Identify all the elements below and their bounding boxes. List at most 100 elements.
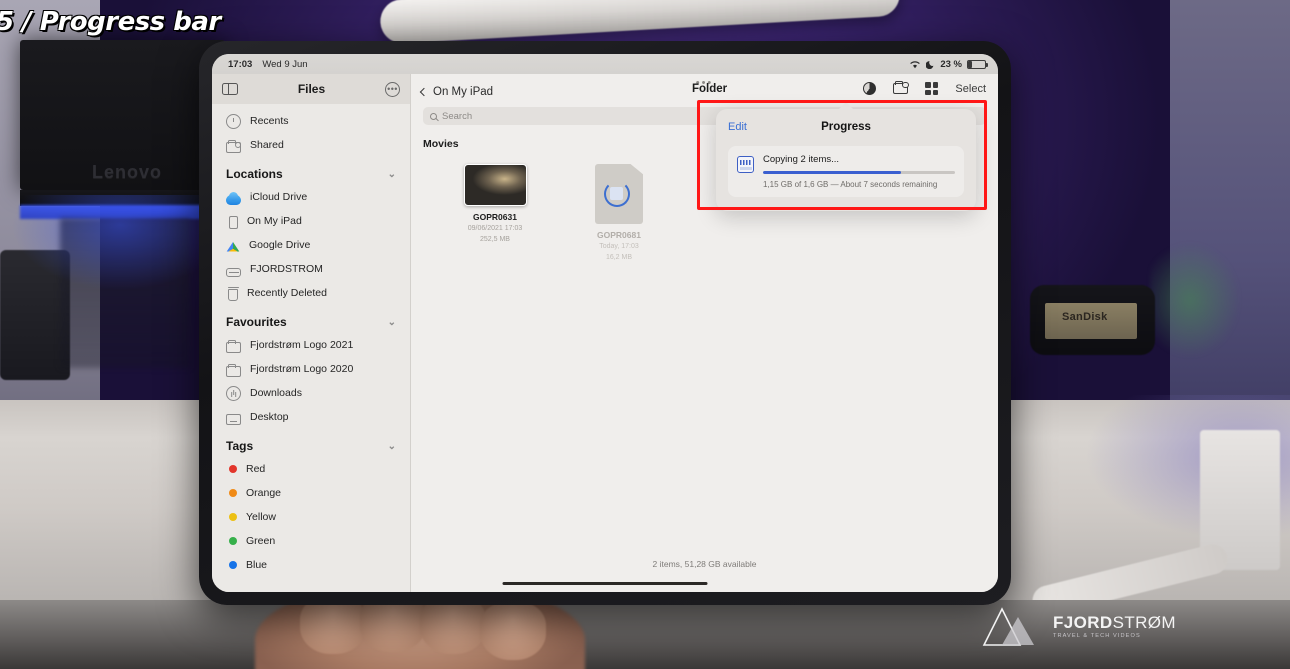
trash-icon [227,287,239,301]
popover-title: Progress [821,121,871,133]
ipad-screen: 17:03 Wed 9 Jun 23 % Files ••• Recents S… [212,54,998,592]
tag-color-dot [229,561,237,569]
folder-icon [226,339,241,353]
sidebar-item-recents[interactable]: Recents [212,109,410,133]
sidebar-item-tag-orange[interactable]: Orange [212,481,410,505]
watermark-text: FJORDSTRØM TRAVEL & TECH VIDEOS [1053,614,1176,640]
folder-title: Folder [692,82,728,95]
sidebar-list: Recents Shared Locations ⌄ iCloud Drive [212,104,410,582]
select-button[interactable]: Select [955,83,986,95]
sidebar-item-label: Google Drive [249,239,311,251]
progress-item-title: Copying 2 items... [763,154,840,165]
tag-color-dot [229,513,237,521]
watermark-subtitle: TRAVEL & TECH VIDEOS [1052,633,1141,640]
file-meta-size: 16,2 MB [605,254,633,262]
sidebar-item-label: Desktop [250,411,289,423]
download-icon [226,385,241,401]
content-pane: ••• Folder Select On My iPad Search Movi… [411,74,998,592]
tag-color-dot [229,537,237,545]
file-meta-date: Today, 17:03 [599,243,639,250]
sidebar-item-logo-2021[interactable]: Fjordstrøm Logo 2021 [212,333,410,357]
file-meta-size: 252,5 MB [480,236,510,244]
sidebar-item-icloud-drive[interactable]: iCloud Drive [212,185,410,209]
sidebar-item-tag-yellow[interactable]: Yellow [212,505,410,529]
sidebar-group-locations[interactable]: Locations ⌄ [212,157,410,185]
chevron-left-icon [419,87,429,97]
moon-icon [926,60,934,69]
sidebar-item-shared[interactable]: Shared [212,133,410,157]
monitor-brand-label: Lenovo [92,162,163,182]
watermark-name-rest: STRØM [1112,613,1176,633]
sidebar-toggle-icon[interactable] [222,82,238,96]
movie-file-icon [737,156,754,173]
watermark: FJORDSTRØM TRAVEL & TECH VIDEOS [982,607,1176,647]
sidebar-item-label: iCloud Drive [250,191,308,203]
sidebar-group-label: Favourites [226,315,287,329]
sidebar-item-desktop[interactable]: Desktop [212,405,410,429]
grid-view-icon[interactable] [925,82,939,95]
sidebar-item-tag-green[interactable]: Green [212,529,410,553]
sidebar-group-tags[interactable]: Tags ⌄ [212,429,410,457]
shared-folder-icon [226,139,241,153]
sidebar-item-label: Blue [246,559,268,571]
sidebar-item-label: Orange [246,487,282,499]
watermark-name-bold: FJORD [1052,613,1113,633]
ipad-device: 17:03 Wed 9 Jun 23 % Files ••• Recents S… [199,41,1011,605]
sidebar-item-recently-deleted[interactable]: Recently Deleted [212,281,410,305]
back-label: On My iPad [433,86,494,98]
item-count-status: 2 items, 51,28 GB available [652,559,757,569]
sidebar-item-on-my-ipad[interactable]: On My iPad [212,209,410,233]
progress-item-body: Copying 2 items... 1,15 GB of 1,6 GB — A… [763,154,955,189]
sidebar-item-label: Green [246,535,276,547]
file-name: GOPR0631 [473,212,517,222]
progress-bar [763,171,955,174]
status-indicators: 23 % [909,58,988,70]
sidebar-header: Files ••• [212,74,410,104]
sidebar-item-downloads[interactable]: Downloads [212,381,410,405]
sidebar-group-favourites[interactable]: Favourites ⌄ [212,305,410,333]
sidebar-item-tag-blue[interactable]: Blue [212,553,410,577]
folder-icon [226,363,241,377]
chevron-down-icon[interactable]: ⌄ [388,169,396,180]
battery-percent-label: 23 % [940,58,962,70]
overlay-title: 5 / Progress bar [0,7,221,37]
icloud-icon [226,192,241,205]
sidebar-item-label: Yellow [246,511,276,523]
sidebar-item-label: On My iPad [247,215,302,227]
file-item-gopr0681[interactable]: GOPR0681 Today, 17:03 16,2 MB [583,164,655,263]
video-thumbnail [463,164,527,206]
sidebar-item-label: Shared [250,139,284,151]
pie-progress-icon[interactable] [863,82,877,95]
sidebar-item-google-drive[interactable]: Google Drive [212,233,410,257]
sidebar-title: Files [297,82,326,96]
sidebar-item-logo-2020[interactable]: Fjordstrøm Logo 2020 [212,357,410,381]
file-item-gopr0631[interactable]: GOPR0631 09/06/2021 17:03 252,5 MB [459,164,531,263]
home-indicator[interactable] [502,581,708,585]
files-split-view: Files ••• Recents Shared Locations ⌄ iCl… [212,74,998,592]
document-copying-icon [595,164,643,224]
sidebar-item-fjordstrom-drive[interactable]: FJORDSTROM [212,257,410,281]
sidebar-item-label: FJORDSTROM [250,263,323,275]
sidebar: Files ••• Recents Shared Locations ⌄ iCl… [212,74,411,592]
status-date: Wed 9 Jun [262,58,308,70]
chevron-down-icon[interactable]: ⌄ [388,441,396,452]
watermark-name: FJORDSTRØM [1053,614,1176,631]
sidebar-item-tag-red[interactable]: Red [212,457,410,481]
wifi-icon [910,60,921,68]
tag-color-dot [229,489,237,497]
mountain-triangles-icon [982,607,1034,646]
search-placeholder: Search [442,110,473,122]
progress-detail: 1,15 GB of 1,6 GB — About 7 seconds rema… [763,179,938,189]
status-bar: 17:03 Wed 9 Jun 23 % [212,54,998,74]
popover-header: Edit Progress [728,119,964,135]
progress-item-row[interactable]: Copying 2 items... 1,15 GB of 1,6 GB — A… [728,146,964,197]
usb-brand-label: SanDisk [1062,311,1108,323]
copying-spinner-icon [604,181,630,207]
more-ellipsis-icon[interactable]: ••• [385,81,400,97]
sidebar-item-label: Recents [250,115,289,127]
desktop-icon [226,413,241,425]
chevron-down-icon[interactable]: ⌄ [388,317,396,328]
new-folder-icon[interactable] [893,80,909,94]
google-drive-icon [226,241,240,252]
plant [1150,230,1270,370]
